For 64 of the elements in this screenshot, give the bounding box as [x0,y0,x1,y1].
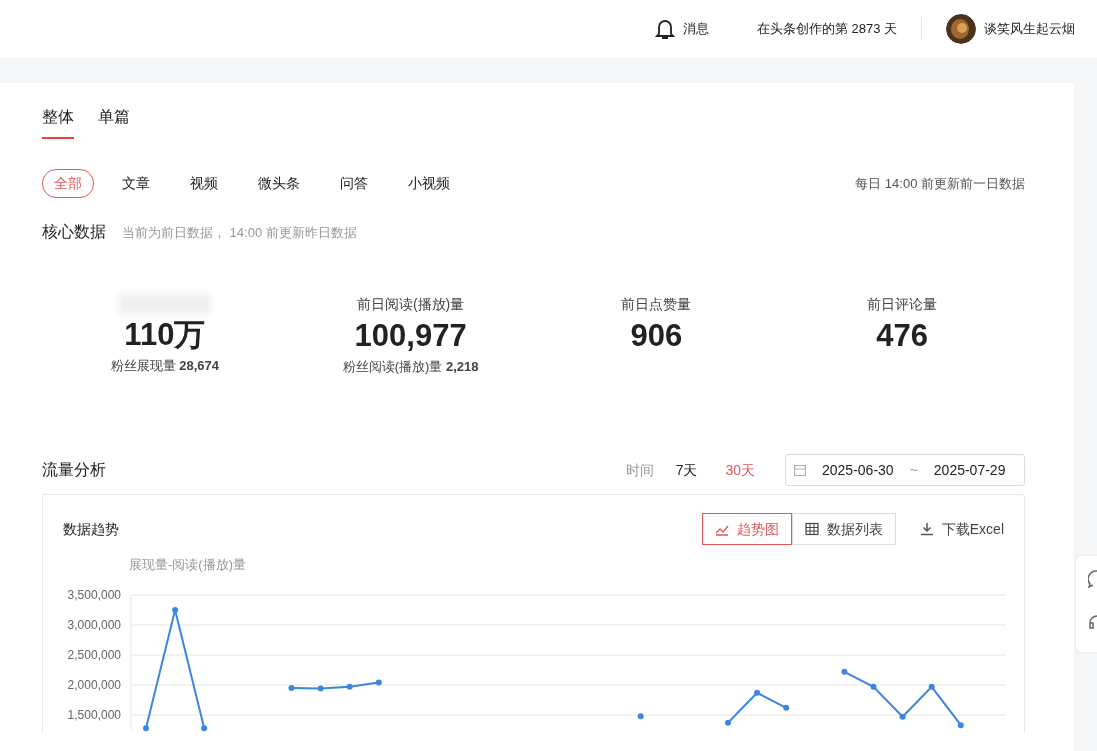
creation-days-text: 在头条创作的第 2873 天 [756,20,897,39]
update-note: 每日 14:00 前更新前一日数据 [855,174,1025,193]
view-toggle-button[interactable]: 数据列表 [791,513,896,545]
end-date: 2025-07-29 [933,460,1006,480]
username[interactable]: 谈笑风生起云烟 [984,19,1075,39]
chat-icon[interactable] [1088,570,1097,588]
data-point [899,713,906,720]
stat-value: 110万 [124,318,206,353]
data-point [725,719,731,726]
calendar-icon [794,464,806,476]
stat-subtext: 粉丝阅读(播放)量 2,218 [342,358,479,377]
data-point [754,689,761,696]
stat-value: 906 [630,319,683,354]
messages-link[interactable]: 消息 [682,19,709,39]
y-axis-label: 1,500,000 [67,707,121,722]
data-point [783,704,790,711]
data-point [317,685,324,692]
section-title: 核心数据 [42,222,106,242]
data-point [870,683,877,690]
content-filter-tab[interactable]: 视频 [178,169,230,198]
data-point [288,684,295,691]
stat-value: 476 [876,319,928,354]
content-filter-tab[interactable]: 问答 [328,169,380,198]
data-point [375,679,382,686]
time-label: 时间 [625,460,654,480]
data-point [928,683,935,690]
data-point [346,683,353,690]
content-filter-tab[interactable]: 微头条 [246,169,312,198]
stat-label: 前日评论量 [867,295,938,314]
data-point [841,668,848,675]
date-range-field[interactable]: 2025-06-30 ~ 2025-07-29 [785,454,1025,486]
stat-value: 100,977 [354,319,467,354]
stat-label: 前日点赞量 [621,295,692,314]
table-icon [804,522,819,536]
content-filter-tab[interactable]: 全部 [42,169,94,198]
start-date: 2025-06-30 [822,460,894,480]
card-title: 数据趋势 [63,519,119,539]
y-axis-label: 3,500,000 [67,587,121,602]
content-filter-tab[interactable]: 小视频 [396,169,462,198]
date-separator: ~ [909,460,918,480]
headset-icon[interactable] [1088,614,1097,630]
data-point [172,606,179,613]
view-tab[interactable]: 整体 [42,103,74,139]
avatar[interactable] [946,14,976,44]
view-tab[interactable]: 单篇 [98,103,130,139]
data-point [143,724,149,731]
y-axis-label: 2,000,000 [67,677,121,692]
stat-label: 前日阅读(播放)量 [356,295,465,314]
download-button[interactable]: 下载Excel [919,518,1004,540]
download-icon [919,522,934,536]
stat-subtext: 粉丝展现量 28,674 [110,357,220,376]
time-range-tab[interactable]: 7天 [669,458,704,482]
view-toggle-button[interactable]: 趋势图 [701,513,792,545]
y-axis-label: 2,500,000 [67,647,121,662]
bell-icon[interactable] [654,18,675,40]
section-title: 流量分析 [42,460,106,480]
series-label: 展现量-阅读(播放)量 [129,556,247,574]
data-point [637,712,644,719]
y-axis-label: 3,000,000 [67,617,121,632]
section-note: 当前为前日数据， 14:00 前更新昨日数据 [122,224,357,242]
time-range-tab[interactable]: 30天 [719,458,761,482]
content-filter-tab[interactable]: 文章 [110,169,162,198]
data-point [201,724,208,731]
data-point [957,721,964,728]
